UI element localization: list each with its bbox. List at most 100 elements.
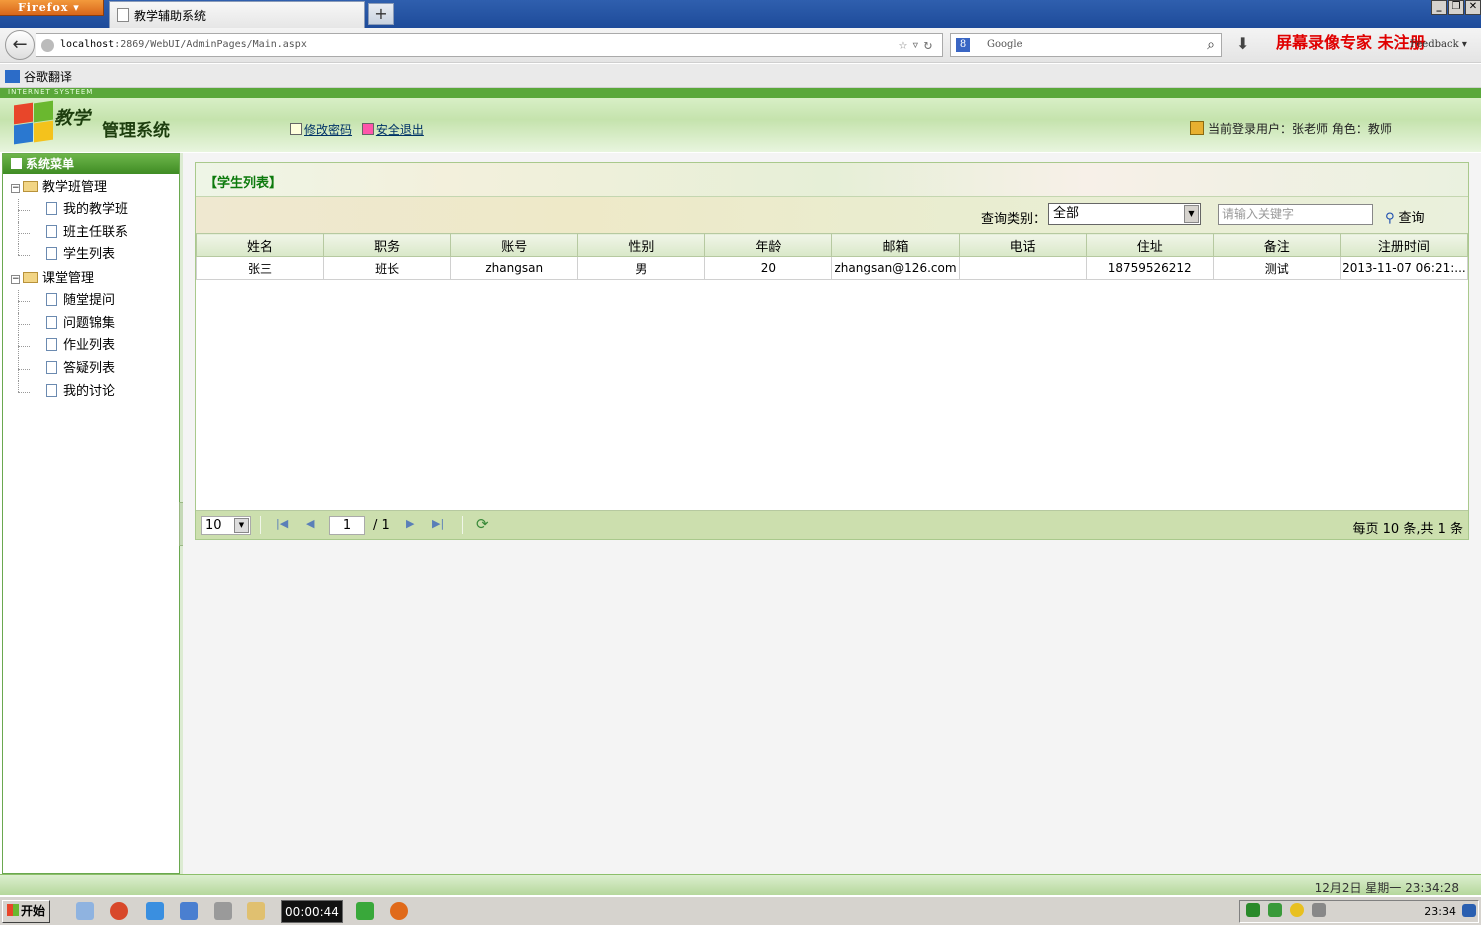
app-icon[interactable] [214,902,232,920]
volume-icon[interactable] [1312,903,1326,917]
sidebar-item-student-list[interactable]: 学生列表 [3,244,179,267]
header-links: 修改密码 安全退出 [290,121,430,138]
google-icon: 8 [956,38,970,52]
page-icon [46,338,57,352]
sidebar-item-my-discussion[interactable]: 我的讨论 [3,380,179,404]
keyword-input[interactable]: 请输入关键字 [1218,204,1373,225]
browser-tab[interactable]: 教学辅助系统 [109,1,365,28]
query-type-select[interactable]: 全部 ▼ [1048,203,1201,225]
bookmark-translate[interactable]: 谷歌翻译 [5,70,72,84]
menu-edit-icon [11,158,22,169]
collapse-icon[interactable]: − [11,275,20,285]
firefox-menu-button[interactable]: Firefox ▾ [0,0,104,16]
table-row[interactable]: 张三 班长 zhangsan 男 20 zhangsan@126.com 187… [195,256,1469,280]
tree-group-classroom-management[interactable]: − 课堂管理 [3,267,179,290]
cell-register-time: 2013-11-07 06:21:... [1339,256,1469,280]
cell-remark: 测试 [1212,256,1341,280]
back-button[interactable]: ← [5,30,35,60]
page-icon [46,224,57,238]
network-icon[interactable] [1268,903,1282,917]
start-button[interactable]: 开始 [2,900,50,923]
page-icon [46,315,57,329]
sidebar-item-my-class[interactable]: 我的教学班 [3,199,179,222]
search-bar[interactable]: 8 Google ⌕ [950,33,1222,57]
url-bar[interactable]: localhost:2869/WebUI/AdminPages/Main.asp… [36,33,943,57]
close-icon[interactable]: ✕ [1465,0,1481,15]
sidebar-item-qa-list[interactable]: 答疑列表 [3,358,179,381]
column-header[interactable]: 职务 [323,233,452,257]
column-header[interactable]: 姓名 [195,233,325,257]
dropdown-icon[interactable]: ▿ [911,37,923,53]
recording-timer: 00:00:44 [281,900,343,923]
browser-navbar: ← localhost:2869/WebUI/AdminPages/Main.a… [0,28,1481,63]
next-page-icon[interactable]: ▶ [406,517,414,530]
update-icon[interactable] [1290,903,1304,917]
query-type-label: 查询类别： [981,212,1047,227]
pager-separator [462,516,463,534]
minimize-icon[interactable]: _ [1431,0,1447,15]
app-statusbar: 12月2日 星期一 23:34:28 [0,874,1481,895]
query-toolbar: 查询类别： 全部 ▼ 请输入关键字 ⚲ 查询 [196,197,1468,233]
sidebar-item-homework-list[interactable]: 作业列表 [3,335,179,358]
firefox-icon[interactable] [390,902,408,920]
first-page-icon[interactable]: |◀ [276,517,288,530]
table-header-row: 姓名 职务 账号 性别 年龄 邮箱 电话 住址 备注 注册时间 [195,233,1469,257]
current-page-input[interactable]: 1 [329,516,365,535]
panel-title: 【学生列表】 [204,176,283,191]
cell-phone [958,256,1087,280]
show-desktop-icon[interactable] [1462,904,1476,917]
folder-open-icon [23,272,38,284]
column-header[interactable]: 住址 [1085,233,1214,257]
search-icon[interactable]: ⌕ [1207,34,1215,56]
column-header[interactable]: 账号 [450,233,579,257]
show-desktop-icon[interactable] [76,902,94,920]
column-header[interactable]: 电话 [958,233,1087,257]
column-header[interactable]: 注册时间 [1339,233,1469,257]
refresh-icon[interactable]: ⟳ [476,515,489,533]
security-icon[interactable] [1246,903,1260,917]
bookmark-star-icon[interactable]: ☆ [899,37,911,53]
page-icon [117,8,129,22]
change-password-link[interactable]: 修改密码 [304,123,352,137]
banner-text: INTERNET SYSTEEM [8,88,94,96]
dropdown-arrow-icon[interactable]: ▼ [234,518,249,533]
windows-logo-icon [12,100,54,145]
logo-title-script: 教学 [54,108,90,129]
logout-icon [361,123,374,135]
sidebar-item-question-collection[interactable]: 问题锦集 [3,312,179,336]
sidebar-item-head-teacher-contact[interactable]: 班主任联系 [3,221,179,245]
folder-icon[interactable] [247,902,265,920]
last-page-icon[interactable]: ▶| [432,517,444,530]
restore-icon[interactable]: ❐ [1448,0,1464,15]
chrome-icon[interactable] [110,902,128,920]
page-size-select[interactable]: 10 ▼ [201,516,251,535]
current-user-info: 当前登录用户：张老师 角色：教师 [1190,120,1392,137]
ie-icon[interactable] [356,902,374,920]
download-icon[interactable]: ⬇ [1236,34,1249,53]
reload-icon[interactable]: ↻ [924,37,936,53]
column-header[interactable]: 备注 [1212,233,1341,257]
url-path: :2869/WebUI/AdminPages/Main.aspx [114,39,307,50]
column-header[interactable]: 邮箱 [831,233,960,257]
new-tab-button[interactable]: + [368,3,394,25]
search-placeholder: Google [987,39,1023,50]
column-header[interactable]: 年龄 [704,233,833,257]
main-content: 【学生列表】 查询类别： 全部 ▼ 请输入关键字 ⚲ 查询 姓名 职务 账号 性别… [183,153,1481,874]
system-tray: 23:34 [1239,900,1479,923]
recorder-watermark: 屏幕录像专家 未注册 [1276,33,1426,52]
dropdown-arrow-icon[interactable]: ▼ [1184,205,1199,223]
column-header[interactable]: 性别 [577,233,706,257]
prev-page-icon[interactable]: ◀ [306,517,314,530]
sidebar-item-class-questions[interactable]: 随堂提问 [3,290,179,313]
tree-group-class-management[interactable]: − 教学班管理 [3,176,179,199]
cell-email: zhangsan@126.com [831,256,960,280]
collapse-icon[interactable]: − [11,184,20,193]
cell-age: 20 [704,256,833,280]
translate-icon [5,70,20,83]
app-icon[interactable] [146,902,164,920]
search-button[interactable]: ⚲ 查询 [1385,207,1425,226]
logout-link[interactable]: 安全退出 [376,123,424,137]
feedback-button[interactable]: Feedback ▾ [1410,39,1467,50]
edit-icon [290,123,302,135]
app-icon[interactable] [180,902,198,920]
